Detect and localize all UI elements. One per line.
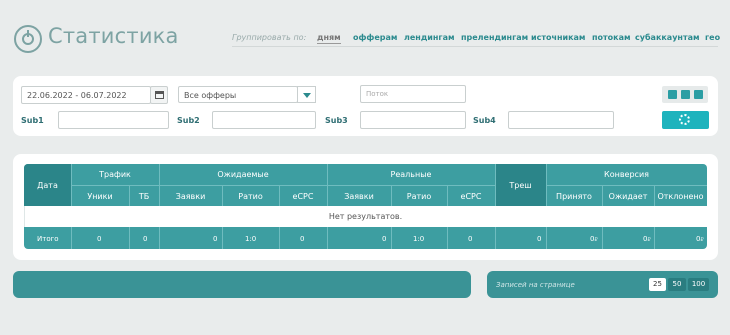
view-icon[interactable] bbox=[694, 90, 703, 99]
refresh-icon bbox=[679, 114, 690, 125]
group-by-streams-link[interactable]: потокам bbox=[592, 33, 631, 42]
view-switcher bbox=[662, 86, 708, 103]
total-cell: 0 bbox=[382, 235, 387, 243]
total-cell: 1:0 bbox=[413, 235, 425, 243]
offers-select[interactable]: Все офферы bbox=[178, 86, 298, 103]
total-cell: 0 bbox=[468, 235, 473, 243]
total-cell: 0₽ bbox=[643, 235, 651, 243]
group-by-label: Группировать по: bbox=[232, 33, 307, 42]
total-label: Итого bbox=[37, 235, 59, 243]
real-group-header: Реальные bbox=[390, 170, 432, 179]
header-divider bbox=[232, 46, 718, 47]
total-cell: 0₽ bbox=[696, 235, 704, 243]
total-cell: 0₽ bbox=[590, 235, 598, 243]
bottom-bar bbox=[13, 271, 471, 298]
group-by-offers-link[interactable]: офферам bbox=[353, 33, 397, 42]
conversion-group-header: Конверсия bbox=[604, 170, 649, 179]
refresh-button[interactable] bbox=[662, 111, 709, 129]
total-cell: 0 bbox=[97, 235, 102, 243]
group-by-prelandings-link[interactable]: прелендингам bbox=[461, 33, 528, 42]
sub2-input[interactable] bbox=[212, 111, 316, 129]
page-size-50-button[interactable]: 50 bbox=[668, 278, 686, 291]
column-header[interactable]: Ратио bbox=[222, 192, 279, 201]
sub2-label: Sub2 bbox=[177, 116, 200, 125]
chevron-down-icon[interactable] bbox=[297, 86, 316, 103]
empty-results-row: Нет результатов. bbox=[24, 206, 707, 227]
page-size-100-button[interactable]: 100 bbox=[688, 278, 709, 291]
column-header[interactable]: eCPC bbox=[447, 192, 495, 201]
page-title: Статистика bbox=[48, 24, 179, 48]
group-by-days-link[interactable]: дням bbox=[317, 33, 341, 44]
sub1-input[interactable] bbox=[58, 111, 169, 129]
group-by-geo-link[interactable]: гео bbox=[705, 33, 720, 42]
sub3-label: Sub3 bbox=[325, 116, 348, 125]
total-cell: 0 bbox=[143, 235, 148, 243]
view-icon[interactable] bbox=[681, 90, 690, 99]
group-by-landings-link[interactable]: лендингам bbox=[404, 33, 455, 42]
total-cell: 0 bbox=[537, 235, 542, 243]
column-header[interactable]: Уники bbox=[71, 192, 129, 201]
table-total-row bbox=[24, 227, 707, 249]
sub4-input[interactable] bbox=[508, 111, 614, 129]
trash-header: Треш bbox=[509, 181, 532, 190]
calendar-icon[interactable] bbox=[150, 86, 168, 104]
group-by-sources-link[interactable]: источникам bbox=[531, 33, 585, 42]
traffic-group-header: Трафик bbox=[99, 170, 131, 179]
column-header[interactable]: Принято bbox=[546, 192, 602, 201]
page-size-label: Записей на странице bbox=[496, 281, 575, 289]
total-cell: 0 bbox=[300, 235, 305, 243]
page-size-25-button[interactable]: 25 bbox=[649, 278, 666, 291]
sub4-label: Sub4 bbox=[473, 116, 496, 125]
date-range-input[interactable]: 22.06.2022 - 06.07.2022 bbox=[21, 86, 151, 104]
column-header[interactable]: Заявки bbox=[159, 192, 222, 201]
stream-input[interactable]: Поток bbox=[360, 85, 466, 103]
total-cell: 0 bbox=[213, 235, 218, 243]
column-header[interactable]: Ожидает bbox=[602, 192, 654, 201]
column-header[interactable]: eCPC bbox=[279, 192, 327, 201]
total-cell: 1:0 bbox=[245, 235, 257, 243]
date-header: Дата bbox=[37, 181, 58, 190]
view-icon[interactable] bbox=[668, 90, 677, 99]
logo-icon bbox=[14, 25, 42, 53]
group-by-subaccounts-link[interactable]: субаккаунтам bbox=[635, 33, 700, 42]
column-header[interactable]: ТБ bbox=[129, 192, 159, 201]
sub3-input[interactable] bbox=[360, 111, 466, 129]
column-header[interactable]: Ратио bbox=[391, 192, 447, 201]
expected-group-header: Ожидаемые bbox=[217, 170, 269, 179]
column-header[interactable]: Отклонено bbox=[654, 192, 707, 201]
sub1-label: Sub1 bbox=[21, 116, 44, 125]
column-header[interactable]: Заявки bbox=[327, 192, 391, 201]
